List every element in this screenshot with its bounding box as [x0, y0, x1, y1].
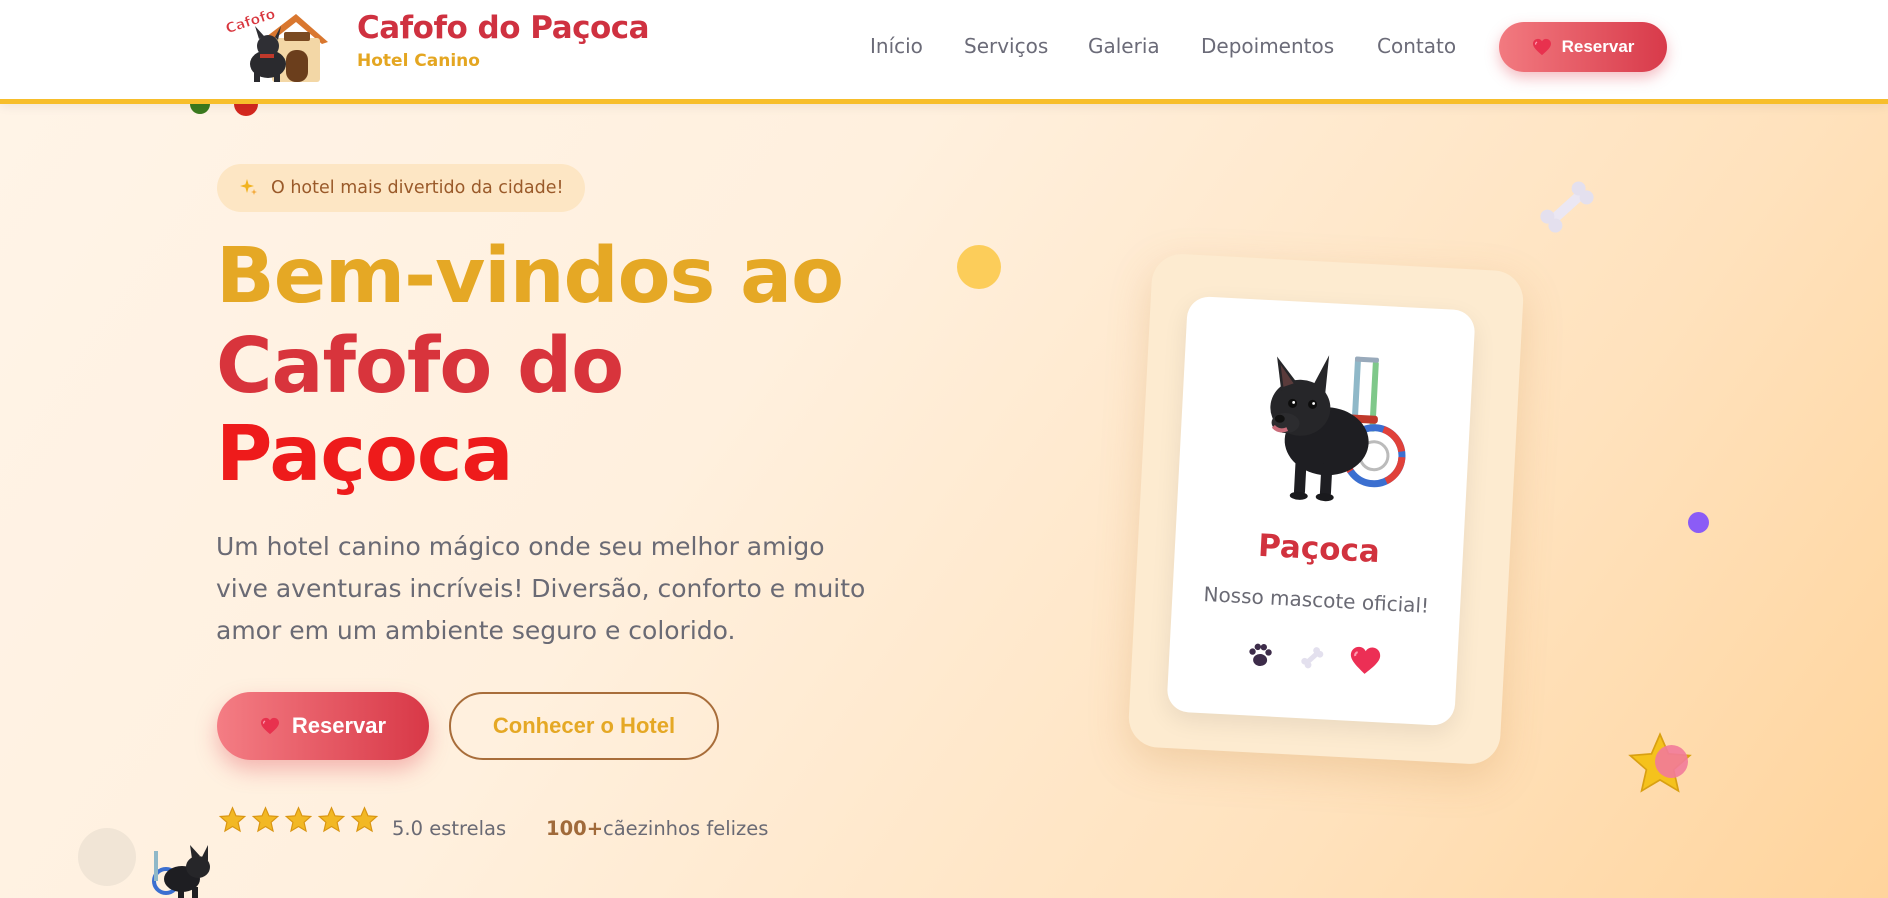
star-icon	[218, 806, 247, 833]
reserve-button-label: Reservar	[1561, 37, 1635, 56]
bone-icon	[1301, 647, 1324, 669]
star-icon	[350, 806, 379, 833]
happy-dogs-label: cãezinhos felizes	[603, 817, 769, 840]
star-icon	[251, 806, 280, 833]
brand-title[interactable]: Cafofo do Paçoca	[357, 10, 650, 46]
heart-icon	[1532, 38, 1551, 56]
hero-description-line: vive aventuras incríveis! Diversão, conf…	[216, 574, 866, 603]
hero-description: Um hotel canino mágico onde seu melhor a…	[216, 526, 896, 652]
hero-title-line-3: Paçoca	[216, 410, 513, 499]
decor-circle-beige	[78, 828, 136, 886]
star-icon	[317, 806, 346, 833]
nav-item-contato[interactable]: Contato	[1377, 34, 1456, 58]
bone-icon	[1540, 181, 1594, 233]
hero-description-line: amor em um ambiente seguro e colorido.	[216, 616, 736, 645]
heart-icon	[260, 717, 279, 735]
mascot-name: Paçoca	[1257, 527, 1381, 571]
know-hotel-button[interactable]: Conhecer o Hotel	[449, 692, 719, 760]
decor-circle-pink	[1655, 745, 1688, 778]
nav-item-servicos[interactable]: Serviços	[964, 34, 1048, 58]
site-header: Cafofo Cafofo do Paçoca Hotel Canino Iní…	[0, 0, 1888, 104]
nav-item-depoimentos[interactable]: Depoimentos	[1201, 34, 1334, 58]
hero-description-line: Um hotel canino mágico onde seu melhor a…	[216, 532, 825, 561]
decor-dot-purple	[1688, 512, 1709, 533]
reserve-button-hero-label: Reservar	[291, 713, 387, 738]
brand-subtitle: Hotel Canino	[357, 51, 480, 71]
logo[interactable]: Cafofo	[223, 6, 332, 86]
hero-badge: O hotel mais divertido da cidade!	[217, 164, 585, 212]
rating-text: 5.0 estrelas	[392, 817, 507, 840]
happy-dogs-count: 100+	[546, 817, 604, 840]
rating-stars	[218, 806, 379, 834]
svg-text:Cafofo: Cafofo	[224, 6, 278, 37]
sparkles-icon	[240, 179, 257, 195]
reserve-button-header[interactable]: Reservar	[1499, 22, 1667, 72]
small-dog-image	[152, 845, 210, 898]
mascot-card: Paçoca Nosso mascote oficial!	[1166, 295, 1476, 727]
star-icon	[284, 806, 313, 833]
nav-item-galeria[interactable]: Galeria	[1088, 34, 1160, 58]
nav-item-inicio[interactable]: Início	[870, 34, 923, 58]
decor-circle-yellow	[957, 245, 1001, 289]
hero-title-line-1: Bem-vindos ao	[216, 232, 844, 321]
reserve-button-hero[interactable]: Reservar	[217, 692, 429, 760]
hero-badge-text: O hotel mais divertido da cidade!	[271, 178, 564, 198]
heart-icon	[1350, 646, 1381, 674]
mascot-caption: Nosso mascote oficial!	[1202, 581, 1430, 618]
mascot-dog-image	[1270, 355, 1406, 502]
hero-title-line-2: Cafofo do	[216, 322, 624, 411]
mascot-icons	[1169, 635, 1458, 680]
paw-icon	[1249, 643, 1272, 667]
